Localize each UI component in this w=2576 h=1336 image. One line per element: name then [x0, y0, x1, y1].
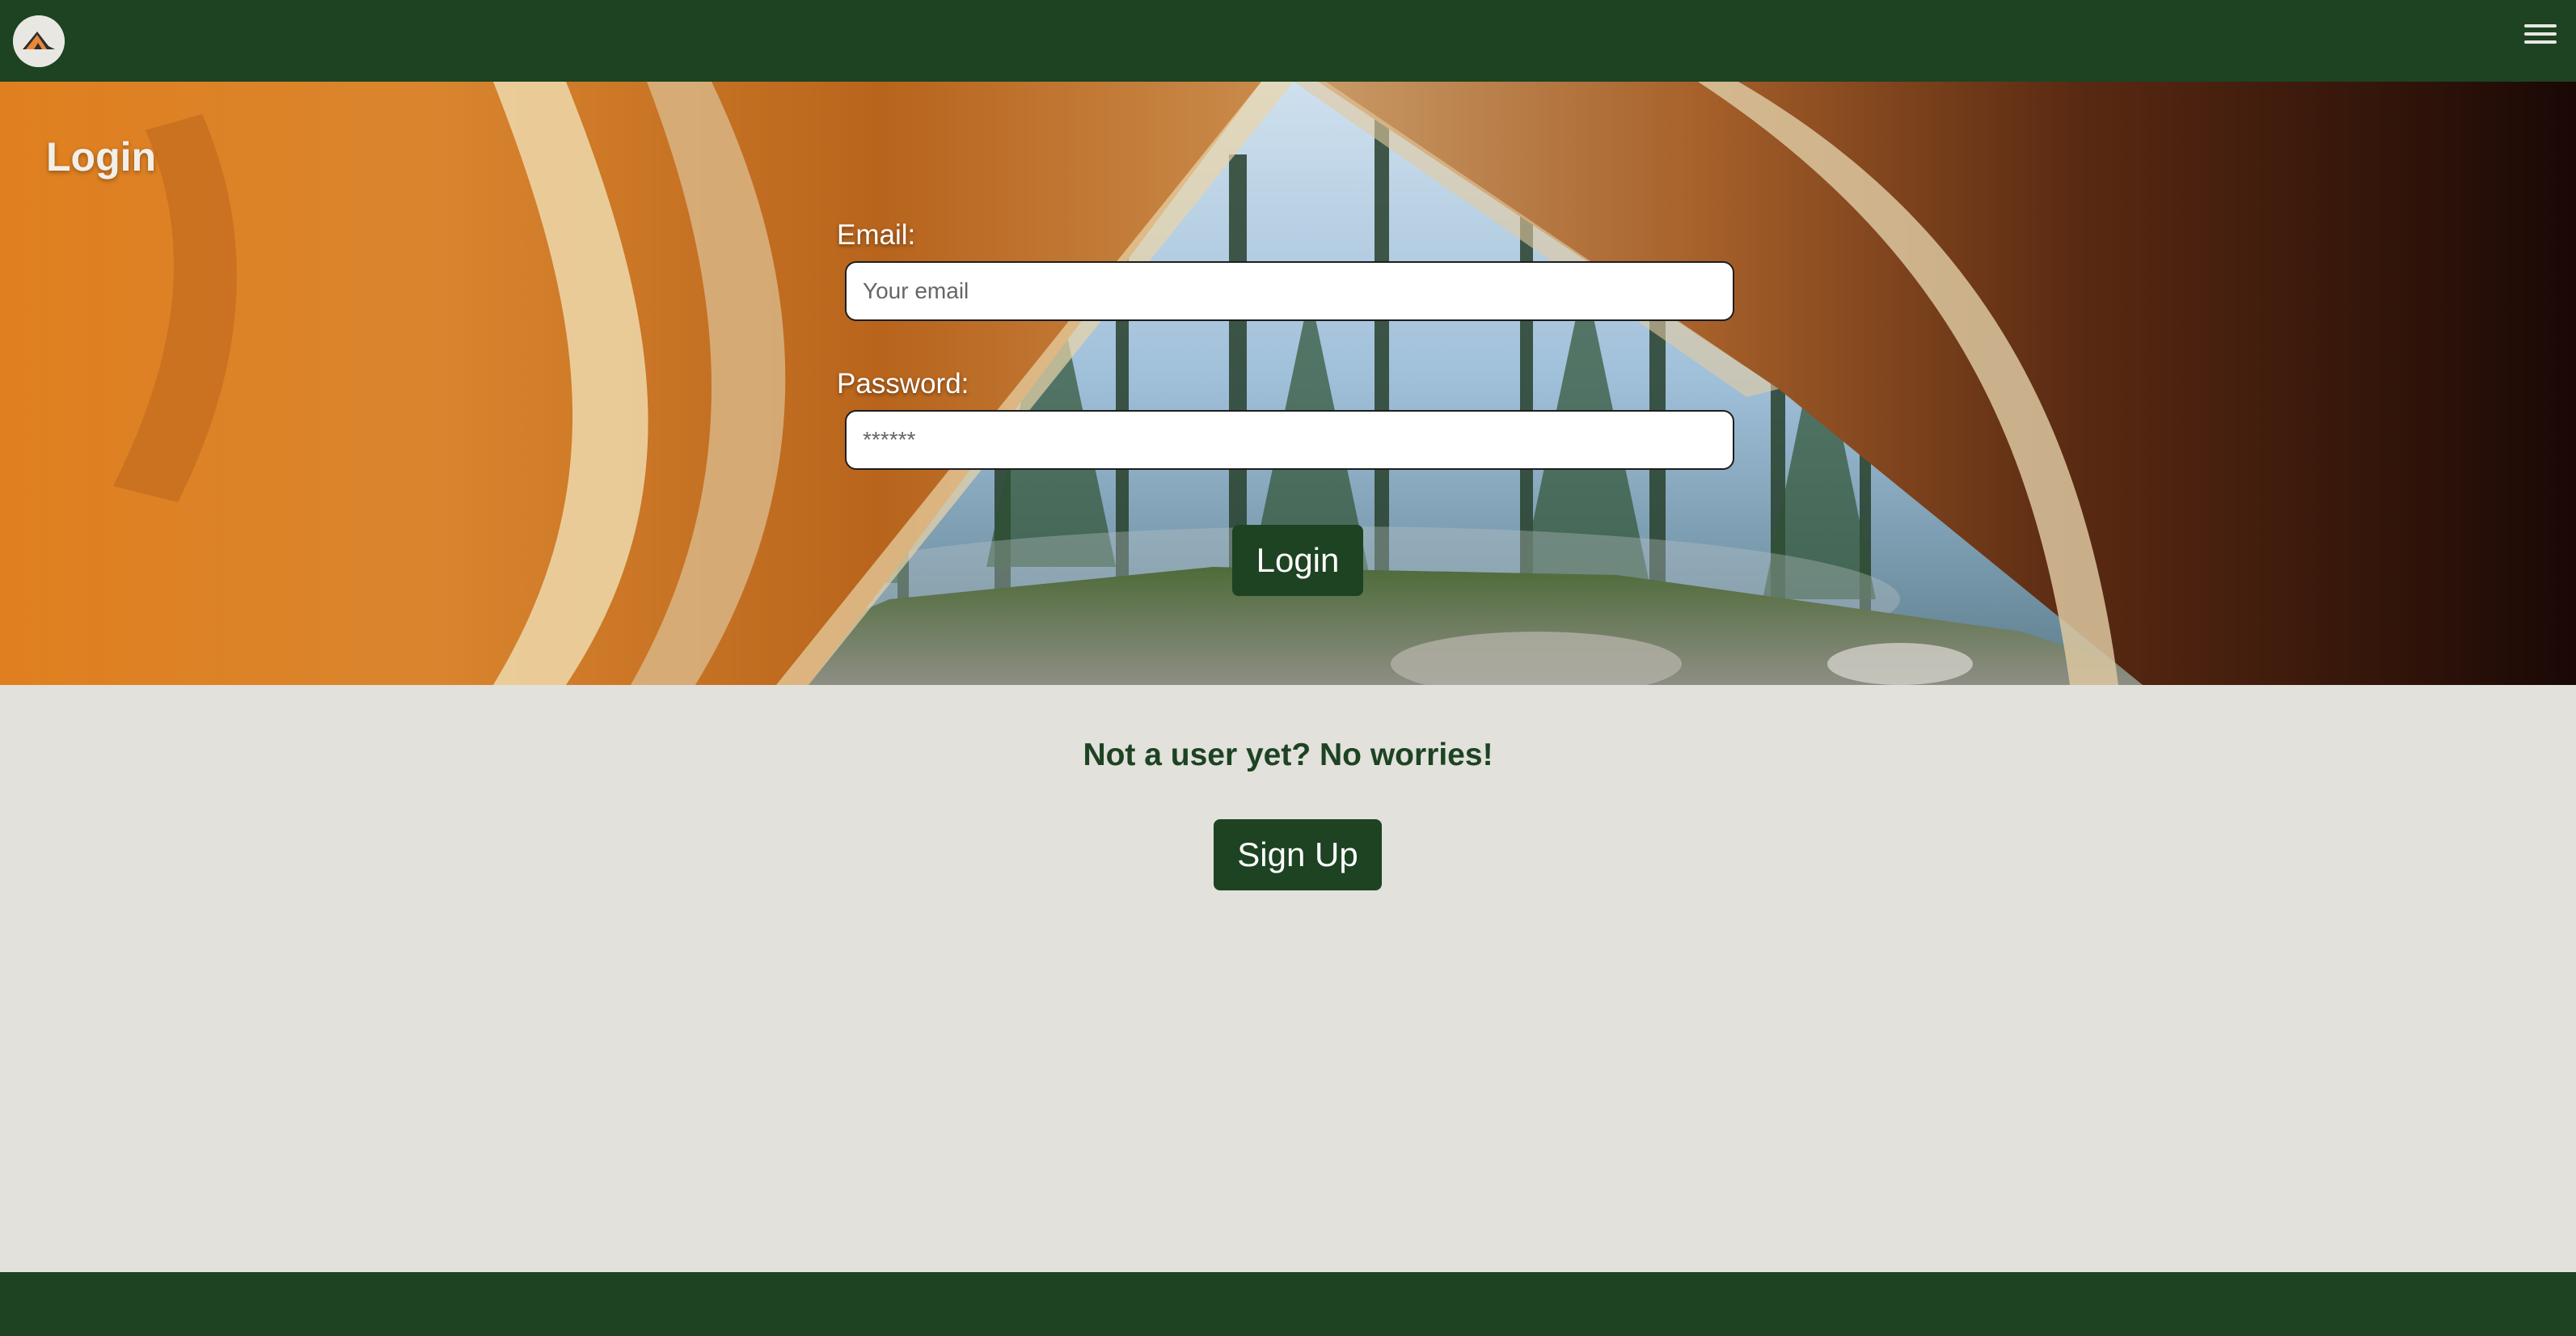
password-input[interactable]	[845, 410, 1734, 470]
form-spacer	[837, 321, 1742, 368]
signup-section: Not a user yet? No worries! Sign Up	[0, 685, 2576, 1272]
page-title: Login	[46, 134, 157, 180]
menu-bar	[2524, 24, 2557, 27]
footer	[0, 1272, 2576, 1336]
menu-bar	[2524, 32, 2557, 36]
signup-prompt: Not a user yet? No worries!	[1083, 738, 1493, 772]
signup-button[interactable]: Sign Up	[1214, 819, 1382, 890]
menu-bar	[2524, 40, 2557, 44]
top-navbar	[0, 0, 2576, 82]
hamburger-menu-icon[interactable]	[2521, 19, 2560, 52]
hero-section: Login Email: Password: Login	[0, 82, 2576, 685]
login-form: Email: Password:	[837, 219, 1742, 470]
login-button[interactable]: Login	[1232, 525, 1363, 596]
email-label: Email:	[837, 219, 916, 251]
tent-logo-icon[interactable]	[13, 15, 65, 67]
email-input[interactable]	[845, 261, 1734, 321]
password-label: Password:	[837, 368, 969, 400]
